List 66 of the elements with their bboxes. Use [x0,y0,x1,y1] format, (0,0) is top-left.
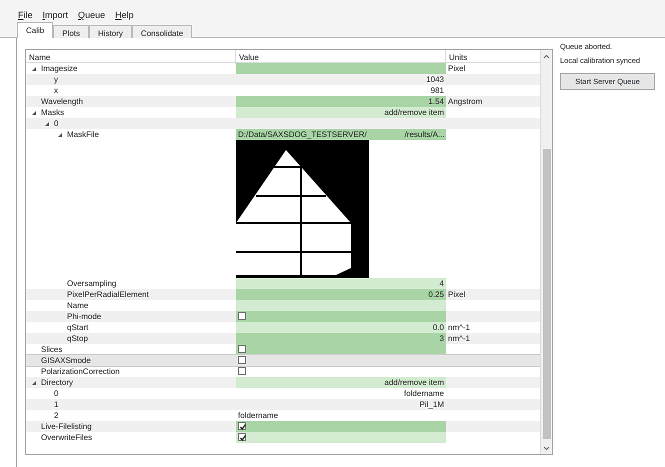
tree-item-label[interactable]: x [54,85,58,96]
tree-item-label[interactable]: OverwriteFiles [41,432,92,443]
value-field[interactable]: 3 [236,333,446,344]
menu-item[interactable]: Queue [78,9,106,22]
tree-item-label[interactable]: y [54,74,58,85]
tree-item-label[interactable]: Directory [41,377,74,388]
tree-item-label[interactable]: qStart [67,322,88,333]
tree-item-label[interactable]: Imagesize [41,63,78,74]
menu-item[interactable]: Import [42,9,68,22]
value-field[interactable]: add/remove item [236,377,446,388]
checkbox[interactable] [238,422,246,430]
tab[interactable]: Plots [53,25,90,38]
value-field[interactable] [236,300,446,311]
checkbox[interactable] [238,356,246,364]
value-field[interactable]: 0.0 [236,322,446,333]
tree-item-label[interactable]: Name [67,300,88,311]
units-text: Pixel [448,64,466,73]
tab[interactable]: Consolidate [132,25,192,38]
menu-item[interactable]: File [18,9,33,22]
expand-arrow-icon[interactable] [32,380,36,384]
value-field[interactable] [236,421,446,432]
tree-item-label[interactable]: 0 [54,388,58,399]
tree-item-label[interactable]: 0 [54,118,58,129]
tab[interactable]: History [89,25,132,38]
tree-item-label[interactable]: Slices [41,344,62,355]
units-text: nm^-1 [448,334,470,343]
value-field[interactable]: 4 [236,278,446,289]
checkbox[interactable] [238,433,246,441]
value-text: foldername [404,389,444,398]
checkbox[interactable] [238,345,246,353]
tree-item-label[interactable]: Phi-mode [67,311,102,322]
value-field[interactable] [236,432,446,443]
tree-item-label[interactable]: Oversampling [67,278,116,289]
value-field[interactable]: 0.25 [236,289,446,300]
units-text: Pixel [448,290,466,299]
units-text: nm^-1 [448,323,470,332]
tree-item-label[interactable]: 2 [54,410,58,421]
expand-arrow-icon[interactable] [45,122,49,126]
value-field[interactable]: D:/Data/SAXSDOG_TESTSERVER/ /results/A... [236,129,446,140]
tree-item-label[interactable]: PolarizationCorrection [41,366,120,377]
value-text: foldername [238,411,278,420]
value-field[interactable] [236,344,446,355]
tab[interactable]: Calib [17,22,54,38]
checkbox[interactable] [238,367,246,375]
value-field[interactable] [236,311,446,322]
tree-item-label[interactable]: GISAXSmode [41,355,91,366]
tree-item-label[interactable]: PixelPerRadialElement [67,289,149,300]
tree-item-label[interactable]: Masks [41,107,64,118]
value-text: 981 [430,86,444,95]
scrollbar-thumb[interactable] [542,149,550,439]
tree-item-label[interactable]: MaskFile [67,129,100,140]
value-field[interactable]: add/remove item [236,107,446,118]
units-text: Angstrom [448,97,482,106]
value-text: 1043 [426,75,444,84]
menu-item[interactable]: Help [115,9,134,22]
tree-item-label[interactable]: Live-Filelisting [41,421,92,432]
scroll-down-icon[interactable] [543,446,550,451]
value-text: Pil_1M [420,400,444,409]
tree-item-label[interactable]: Wavelength [41,96,83,107]
tree-item-label[interactable]: qStop [67,333,88,344]
value-field[interactable] [236,63,446,74]
tree-item-label[interactable]: 1 [54,399,58,410]
selected-row[interactable]: GISAXSmode [26,355,540,366]
scroll-up-icon[interactable] [543,54,550,59]
checkbox[interactable] [238,312,246,320]
value-field[interactable]: 1.54 [236,96,446,107]
